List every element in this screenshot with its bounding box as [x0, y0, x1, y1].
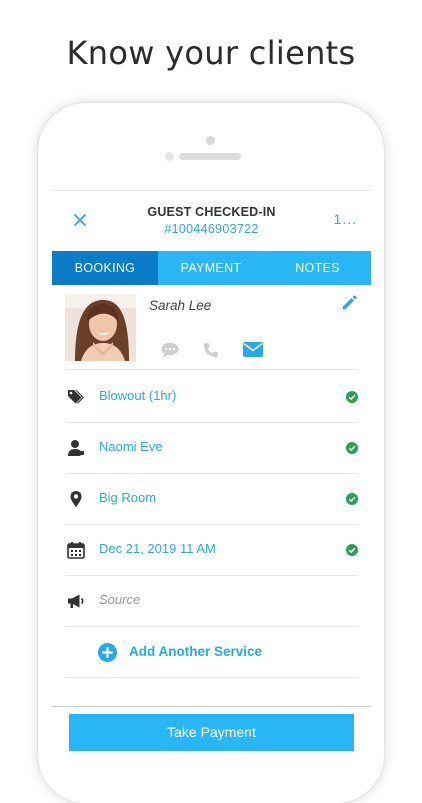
staff-value: Naomi Eve: [99, 439, 163, 454]
client-card: Sarah Lee: [65, 294, 358, 370]
check-icon: [346, 391, 358, 403]
service-value: Blowout (1hr): [99, 388, 177, 403]
datetime-row[interactable]: Dec 21, 2019 11 AM: [65, 525, 358, 576]
headline: Know your clients: [66, 34, 356, 72]
location-pin-icon: [70, 491, 82, 507]
page-title: GUEST CHECKED-IN: [147, 205, 276, 219]
top-bar: GUEST CHECKED-IN #100446903722 1...: [52, 191, 371, 251]
tab-payment[interactable]: PAYMENT: [158, 251, 264, 285]
divider: [52, 706, 371, 707]
tags-icon: [68, 390, 84, 404]
add-service-label: Add Another Service: [129, 644, 263, 659]
megaphone-icon: [68, 594, 84, 608]
more-button[interactable]: 1...: [334, 211, 357, 227]
staff-row[interactable]: Naomi Eve: [65, 423, 358, 474]
pencil-icon: [343, 295, 357, 309]
edit-button[interactable]: [341, 294, 358, 316]
add-service-button[interactable]: Add Another Service: [65, 627, 358, 678]
avatar[interactable]: [65, 294, 136, 361]
tab-notes[interactable]: NOTES: [264, 251, 371, 285]
email-icon[interactable]: [243, 342, 263, 363]
front-camera: [206, 136, 215, 145]
check-icon: [346, 493, 358, 505]
check-icon: [346, 544, 358, 556]
phone-icon[interactable]: [203, 342, 219, 363]
contact-actions: [161, 342, 263, 363]
user-icon: [68, 440, 84, 456]
take-payment-button[interactable]: Take Payment: [69, 714, 354, 751]
booking-screen: GUEST CHECKED-IN #100446903722 1... BOOK…: [52, 190, 371, 751]
source-row[interactable]: Source: [65, 576, 358, 627]
room-value: Big Room: [99, 490, 157, 505]
tab-booking[interactable]: BOOKING: [52, 251, 158, 285]
service-row[interactable]: Blowout (1hr): [65, 372, 358, 423]
datetime-value: Dec 21, 2019 11 AM: [99, 541, 216, 556]
room-row[interactable]: Big Room: [65, 474, 358, 525]
earpiece-speaker: [179, 153, 241, 160]
booking-number: #100446903722: [164, 222, 259, 236]
source-field: Source: [99, 592, 141, 607]
client-name: Sarah Lee: [149, 298, 212, 313]
sensor-dot: [165, 152, 174, 161]
chat-icon[interactable]: [161, 342, 179, 363]
tab-bar: BOOKING PAYMENT NOTES: [52, 251, 371, 285]
add-circle-icon: [98, 643, 117, 662]
calendar-icon: [67, 542, 85, 559]
check-icon: [346, 442, 358, 454]
client-photo: [65, 294, 136, 361]
